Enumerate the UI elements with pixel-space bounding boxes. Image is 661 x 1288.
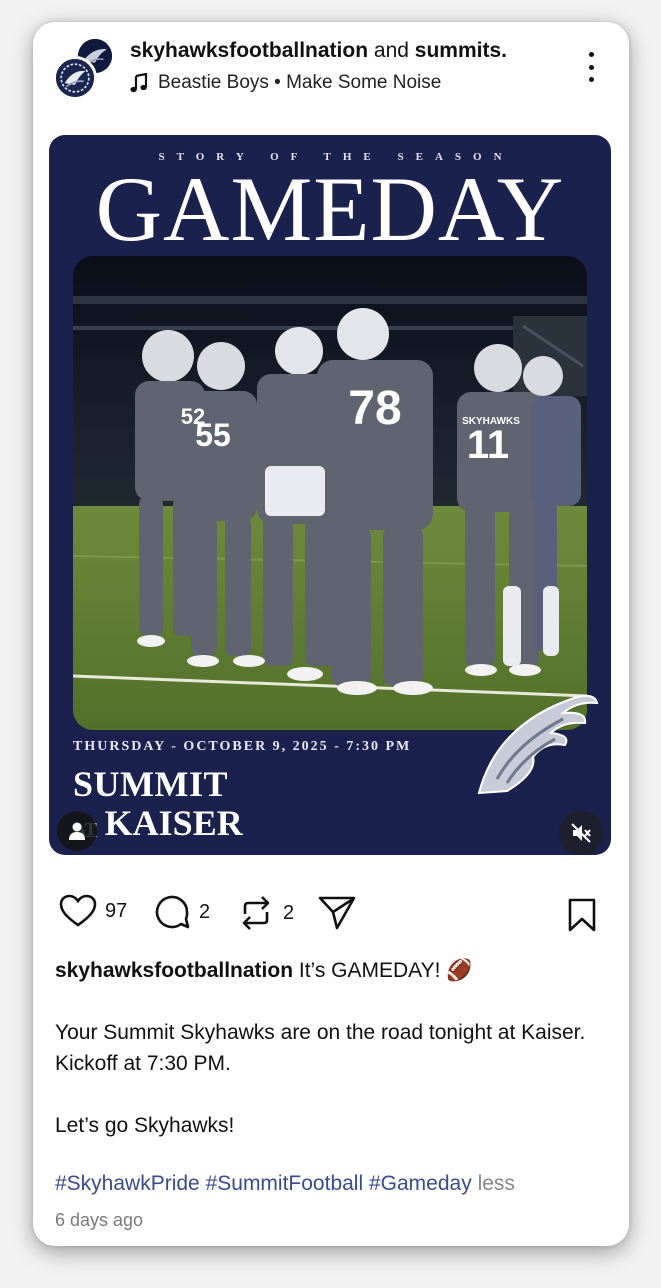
post-card: skyhawksfootballnation and summits. Beas…	[33, 22, 629, 1246]
event-date: THURSDAY - OCTOBER 9, 2025 - 7:30 PM	[73, 739, 412, 754]
team-home: SUMMIT	[73, 764, 228, 804]
avatar-skyhawksfootballnation[interactable]	[53, 56, 97, 100]
repost-count: 2	[283, 901, 295, 924]
bookmark-icon	[568, 898, 596, 932]
caption: skyhawksfootballnation It’s GAMEDAY! 🏈 Y…	[55, 955, 605, 1141]
hashtag-link[interactable]: #SkyhawkPride	[55, 1172, 200, 1195]
comment-icon	[155, 895, 190, 929]
caption-username[interactable]: skyhawksfootballnation	[55, 959, 293, 982]
caption-text: It’s GAMEDAY! 🏈	[293, 959, 473, 982]
post-image[interactable]: STORY OF THE SEASON GAMEDAY 52 55 78 11 …	[49, 135, 611, 855]
like-count: 97	[105, 899, 128, 922]
author-joiner: and	[373, 39, 409, 62]
share-icon	[318, 896, 356, 930]
repost-button[interactable]: 2	[237, 894, 294, 932]
team-away-line: ATKAISER	[73, 802, 243, 844]
team-away: KAISER	[104, 803, 243, 843]
more-options-icon[interactable]	[581, 52, 601, 82]
hashtag-link[interactable]: #Gameday	[369, 1172, 472, 1195]
skyhawk-logo	[477, 694, 599, 795]
share-button[interactable]	[317, 894, 357, 932]
post-authors: skyhawksfootballnation and summits.	[130, 39, 507, 63]
comment-button[interactable]: 2	[153, 894, 210, 930]
jersey-number: 78	[348, 382, 401, 435]
hashtags: #SkyhawkPride #SummitFootball #Gameday l…	[55, 1172, 515, 1196]
caption-closing: Let’s go Skyhawks!	[55, 1114, 235, 1137]
repost-icon	[242, 896, 270, 930]
music-note-icon	[130, 73, 148, 93]
caption-body: Your Summit Skyhawks are on the road ton…	[55, 1021, 586, 1075]
hashtag-link[interactable]: #SummitFootball	[206, 1172, 364, 1195]
less-toggle[interactable]: less	[478, 1172, 515, 1195]
author-link[interactable]: skyhawksfootballnation	[130, 39, 368, 62]
bookmark-button[interactable]	[567, 898, 597, 937]
coauthor-link[interactable]: summits.	[415, 39, 507, 62]
jersey-number: 11	[467, 423, 509, 467]
music-track[interactable]: Beastie Boys • Make Some Noise	[130, 72, 441, 94]
post-timestamp: 6 days ago	[55, 1210, 144, 1230]
avatar-stack[interactable]	[53, 36, 115, 102]
comment-count: 2	[199, 900, 211, 923]
action-bar: 97 2 2	[55, 894, 605, 938]
like-button[interactable]: 97	[59, 894, 127, 928]
caption-first-line: skyhawksfootballnation It’s GAMEDAY! 🏈	[55, 955, 605, 986]
user-tag-icon[interactable]	[57, 811, 97, 851]
heart-icon	[59, 894, 97, 927]
team-photo: 52 55 78 11 SKYHAWKS	[73, 256, 587, 730]
jersey-number: 55	[195, 417, 231, 453]
jersey-text: SKYHAWKS	[462, 416, 520, 427]
poster-headline: GAMEDAY	[95, 158, 565, 260]
music-label: Beastie Boys • Make Some Noise	[158, 72, 442, 93]
muted-speaker-icon[interactable]	[559, 811, 603, 855]
